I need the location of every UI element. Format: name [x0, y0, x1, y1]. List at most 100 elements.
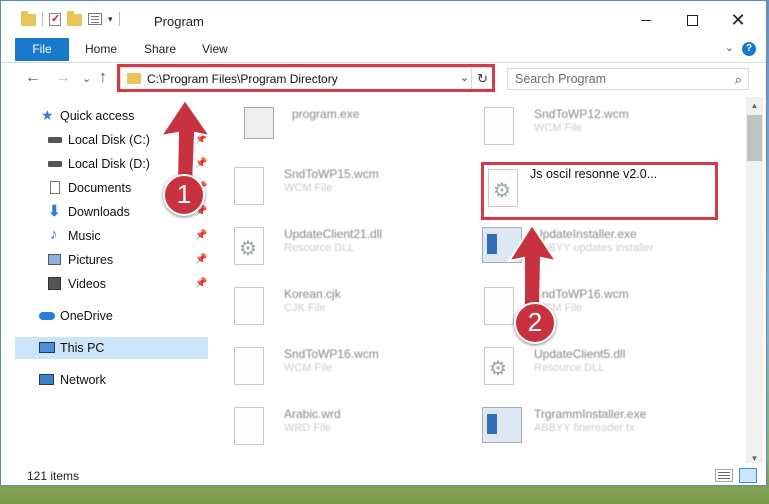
- network-icon: [39, 374, 54, 385]
- vertical-scrollbar[interactable]: ▲ ▼: [746, 97, 763, 467]
- new-folder-icon[interactable]: [67, 11, 82, 26]
- file-item[interactable]: Arabic.wrd WRD File: [208, 407, 438, 453]
- sidebar-item-videos[interactable]: Videos 📌: [15, 273, 208, 295]
- forward-arrow-icon[interactable]: →: [55, 69, 71, 87]
- file-item[interactable]: program.exe: [208, 107, 438, 153]
- tab-view[interactable]: View: [202, 38, 228, 61]
- sidebar-item-label: Quick access: [60, 109, 135, 123]
- sidebar-item-onedrive[interactable]: OneDrive: [15, 305, 208, 327]
- installer-icon: [482, 407, 522, 443]
- pin-icon[interactable]: 📌: [195, 254, 207, 265]
- sidebar-item-this-pc[interactable]: This PC: [15, 337, 208, 359]
- document-icon: [484, 107, 514, 145]
- item-count: 121 items: [27, 469, 80, 483]
- file-item[interactable]: SndToWP12.wcm WCM File: [458, 107, 688, 153]
- maximize-icon: [686, 14, 698, 26]
- properties-check-icon[interactable]: [49, 12, 61, 26]
- details-view-icon[interactable]: [715, 469, 733, 482]
- file-name: Korean.cjk: [284, 287, 341, 301]
- help-icon[interactable]: ?: [742, 42, 756, 56]
- file-type: WCM File: [284, 182, 333, 194]
- maximize-button[interactable]: [669, 5, 715, 35]
- file-type: Resource DLL: [534, 362, 605, 374]
- file-item[interactable]: Korean.cjk CJK File: [208, 287, 438, 333]
- file-item[interactable]: UpdateClient5.dll Resource DLL: [458, 347, 688, 393]
- sidebar-item-quick-access[interactable]: ★ Quick access: [15, 105, 208, 127]
- file-name: UpdateClient5.dll: [534, 347, 626, 361]
- drive-icon: [48, 161, 62, 167]
- sidebar-item-label: Downloads: [68, 205, 130, 219]
- file-item[interactable]: TrgrammInstaller.exe ABBYY finereader tx: [458, 407, 688, 453]
- toolbar-separator: [118, 12, 120, 26]
- document-icon: [234, 287, 264, 325]
- back-arrow-icon[interactable]: ←: [25, 69, 41, 87]
- file-item[interactable]: SndToWP15.wcm WCM File: [208, 167, 438, 213]
- tab-file[interactable]: File: [15, 38, 69, 61]
- documents-icon: [50, 181, 60, 194]
- pin-icon[interactable]: 📌: [195, 230, 207, 241]
- file-name: TrgrammInstaller.exe: [534, 407, 647, 421]
- videos-icon: [48, 277, 61, 290]
- scrollbar-thumb[interactable]: [747, 115, 762, 161]
- pin-icon[interactable]: 📌: [195, 134, 207, 145]
- sidebar-item-label: Music: [68, 229, 101, 243]
- sidebar-item-local-disk-c[interactable]: Local Disk (C:) 📌: [15, 129, 208, 151]
- cloud-icon: [39, 312, 55, 320]
- tab-home[interactable]: Home: [85, 38, 117, 61]
- file-type: WRD File: [284, 422, 332, 434]
- close-button[interactable]: ✕: [715, 5, 761, 35]
- document-icon: [234, 407, 264, 445]
- search-placeholder: Search Program: [515, 72, 607, 86]
- expand-ribbon-chevron-icon[interactable]: ⌄: [725, 41, 734, 54]
- file-name: SndToWP15.wcm: [284, 167, 379, 181]
- sidebar-item-label: This PC: [60, 341, 105, 355]
- search-input[interactable]: Search Program ⌕: [507, 68, 749, 90]
- file-type: Resource DLL: [284, 242, 355, 254]
- drive-icon: [48, 137, 62, 143]
- file-item[interactable]: SndToWP16.wcm WCM File: [458, 287, 688, 333]
- ribbon-tabs: File Home Share View ⌄ ?: [1, 38, 766, 63]
- step-2-badge: 2: [514, 302, 556, 344]
- file-item[interactable]: UpdateInstaller.exe ABBYY updates instal…: [458, 227, 688, 273]
- up-arrow-icon[interactable]: ↑: [99, 69, 107, 87]
- title-bar: ▾ Program ✕: [1, 1, 766, 41]
- file-item[interactable]: UpdateClient21.dll Resource DLL: [208, 227, 438, 273]
- document-icon: [234, 167, 264, 205]
- sidebar-item-local-disk-d[interactable]: Local Disk (D:) 📌: [15, 153, 208, 175]
- minimize-button[interactable]: [623, 5, 669, 35]
- pin-icon[interactable]: 📌: [195, 158, 207, 169]
- sidebar-item-label: Local Disk (C:): [68, 133, 150, 147]
- recent-locations-chevron-icon[interactable]: ⌄: [82, 72, 91, 85]
- sidebar-item-pictures[interactable]: Pictures 📌: [15, 249, 208, 271]
- document-icon: [234, 347, 264, 385]
- sidebar-item-label: OneDrive: [60, 309, 113, 323]
- properties-icon[interactable]: [88, 13, 102, 25]
- sidebar-item-label: Videos: [68, 277, 106, 291]
- navigation-pane: ★ Quick access Local Disk (C:) 📌 Local D…: [15, 97, 208, 459]
- file-name: SndToWP16.wcm: [534, 287, 629, 301]
- sidebar-item-label: Network: [60, 373, 106, 387]
- pin-icon[interactable]: 📌: [195, 278, 207, 289]
- sidebar-item-music[interactable]: ♪ Music 📌: [15, 225, 208, 247]
- search-icon[interactable]: ⌕: [735, 72, 742, 88]
- customize-toolbar-chevron-icon[interactable]: ▾: [108, 14, 113, 25]
- sidebar-item-label: Pictures: [68, 253, 114, 267]
- file-name: SndToWP12.wcm: [534, 107, 629, 121]
- computer-icon: [39, 342, 55, 353]
- tab-share[interactable]: Share: [144, 38, 176, 61]
- status-bar: 121 items: [1, 463, 766, 485]
- scroll-up-arrow-icon[interactable]: ▲: [746, 97, 763, 114]
- address-bar-highlight: [117, 64, 495, 92]
- file-type: ABBYY finereader tx: [534, 422, 635, 434]
- sidebar-item-label: Documents: [68, 181, 132, 195]
- quick-access-toolbar: ▾: [21, 11, 120, 26]
- star-icon: ★: [41, 107, 54, 123]
- large-icons-view-icon[interactable]: [739, 468, 757, 483]
- minimize-icon: [641, 19, 651, 21]
- file-list: program.exe SndToWP12.wcm WCM File SndTo…: [208, 97, 746, 459]
- gear-file-icon: [234, 227, 264, 265]
- music-icon: ♪: [50, 226, 58, 243]
- document-icon: [484, 287, 514, 325]
- file-item[interactable]: SndToWP16.wcm WCM File: [208, 347, 438, 393]
- sidebar-item-network[interactable]: Network: [15, 369, 208, 391]
